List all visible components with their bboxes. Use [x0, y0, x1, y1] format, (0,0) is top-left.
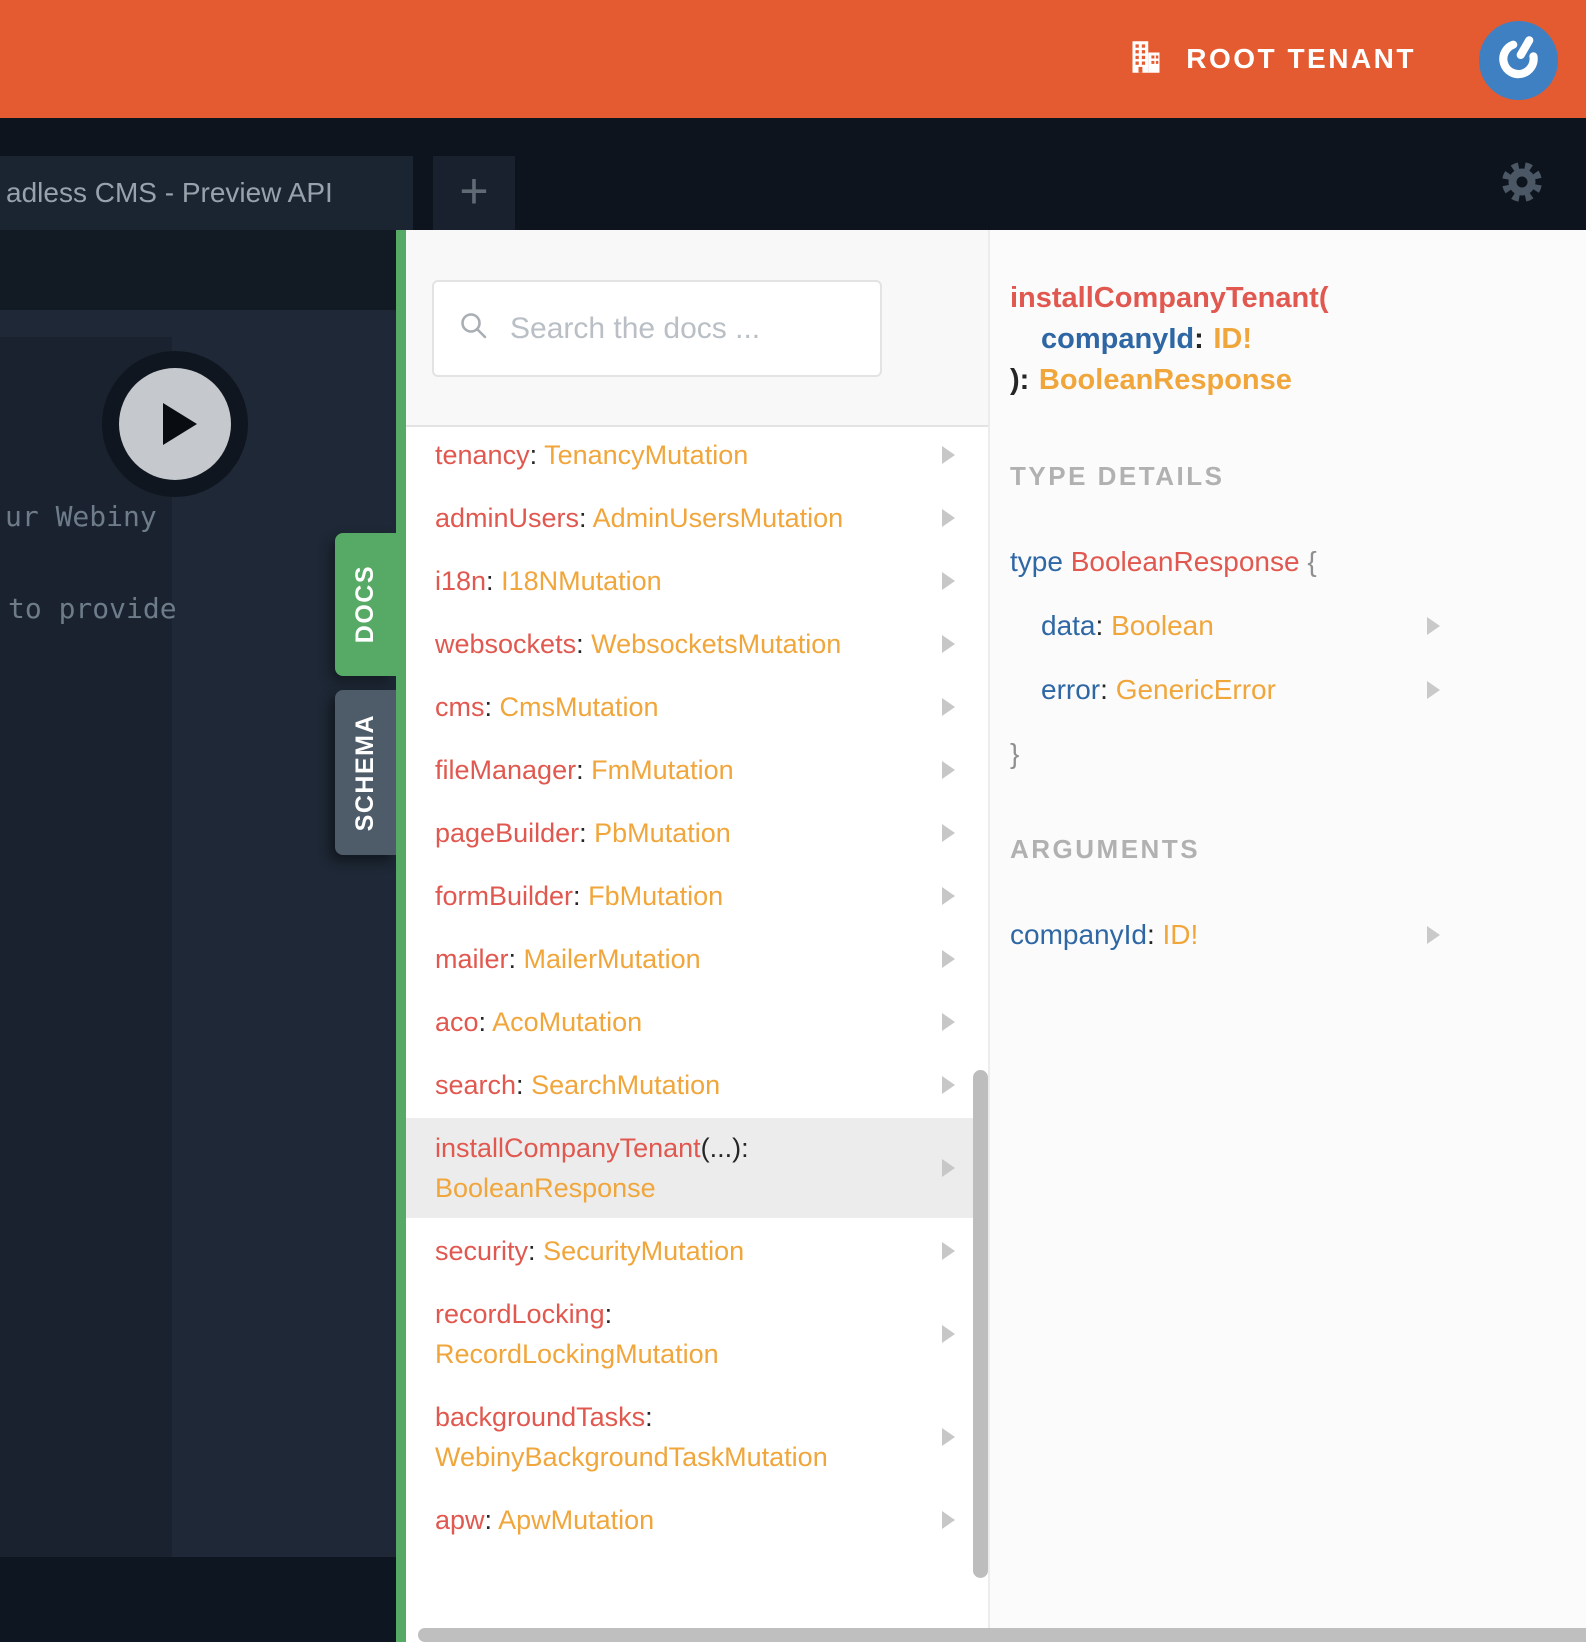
- expand-arrow-icon: [942, 1159, 955, 1177]
- tenant-selector[interactable]: ROOT TENANT: [1128, 0, 1416, 118]
- editor-background: ur Webiny to provide: [0, 310, 396, 1557]
- docs-search-section: [406, 230, 988, 427]
- plus-icon: +: [459, 163, 489, 219]
- expand-arrow-icon: [942, 887, 955, 905]
- expand-arrow-icon: [942, 1013, 955, 1031]
- signature-arg-name: companyId: [1041, 323, 1195, 355]
- expand-arrow-icon: [942, 761, 955, 779]
- doc-field-row[interactable]: adminUsers: AdminUsersMutation: [406, 498, 988, 538]
- type-keyword: type: [1010, 546, 1063, 577]
- type-field-row[interactable]: error: GenericError: [1010, 670, 1566, 710]
- type-details-header: TYPE DETAILS: [1010, 461, 1225, 491]
- type-close-brace: }: [1010, 738, 1020, 769]
- play-icon: [119, 368, 231, 480]
- doc-field-row[interactable]: formBuilder: FbMutation: [406, 876, 988, 916]
- settings-button[interactable]: [1498, 158, 1546, 206]
- type-name[interactable]: BooleanResponse: [1071, 546, 1300, 577]
- argument-row[interactable]: companyId: ID!: [1010, 915, 1566, 955]
- doc-field-row[interactable]: installCompanyTenant(...): BooleanRespons…: [406, 1118, 988, 1218]
- editor-top-band: [0, 230, 396, 310]
- expand-arrow-icon: [1427, 926, 1440, 944]
- code-editor-panel: ur Webiny to provide: [0, 337, 177, 1557]
- expand-arrow-icon: [942, 1325, 955, 1343]
- arguments-list: companyId: ID!: [1010, 915, 1586, 955]
- signature-arg-type[interactable]: ID!: [1213, 323, 1252, 355]
- docs-search-box[interactable]: [432, 280, 882, 377]
- expand-arrow-icon: [1427, 681, 1440, 699]
- expand-arrow-icon: [1427, 617, 1440, 635]
- expand-arrow-icon: [942, 698, 955, 716]
- graphql-playground-window: ROOT TENANT adless CMS - Preview API + u…: [0, 0, 1586, 1642]
- doc-field-row[interactable]: fileManager: FmMutation: [406, 750, 988, 790]
- doc-field-row[interactable]: aco: AcoMutation: [406, 1002, 988, 1042]
- expand-arrow-icon: [942, 572, 955, 590]
- expand-arrow-icon: [942, 509, 955, 527]
- doc-field-row[interactable]: pageBuilder: PbMutation: [406, 813, 988, 853]
- editor-text-line: ur Webiny: [5, 500, 157, 533]
- tab-title: adless CMS - Preview API: [6, 177, 333, 208]
- doc-field-row[interactable]: apw: ApwMutation: [406, 1500, 988, 1540]
- docs-tab-label: DOCS: [351, 565, 379, 644]
- tab-schema[interactable]: SCHEMA: [335, 690, 396, 855]
- expand-arrow-icon: [942, 635, 955, 653]
- top-bar: ROOT TENANT: [0, 0, 1586, 118]
- doc-field-row[interactable]: cms: CmsMutation: [406, 687, 988, 727]
- doc-field-row[interactable]: mailer: MailerMutation: [406, 939, 988, 979]
- expand-arrow-icon: [942, 1511, 955, 1529]
- type-field-row[interactable]: data: Boolean: [1010, 606, 1566, 646]
- field-detail-panel: installCompanyTenant( companyId: ID! ): Bo…: [990, 230, 1586, 1642]
- schema-tab-label: SCHEMA: [351, 713, 379, 832]
- field-signature: installCompanyTenant( companyId: ID! ): Bo…: [1010, 282, 1329, 396]
- doc-field-row[interactable]: search: SearchMutation: [406, 1065, 988, 1105]
- expand-arrow-icon: [942, 824, 955, 842]
- gear-icon: [1502, 162, 1542, 202]
- expand-arrow-icon: [942, 1428, 955, 1446]
- horizontal-scrollbar[interactable]: [418, 1628, 1586, 1642]
- arguments-header: ARGUMENTS: [1010, 834, 1201, 864]
- doc-field-row[interactable]: i18n: I18NMutation: [406, 561, 988, 601]
- query-editor-area: ur Webiny to provide: [0, 230, 396, 1642]
- docs-search-input[interactable]: [508, 310, 860, 347]
- search-icon: [458, 310, 490, 347]
- expand-arrow-icon: [942, 446, 955, 464]
- building-icon: [1128, 39, 1164, 80]
- doc-field-row[interactable]: recordLocking: RecordLockingMutation: [406, 1294, 988, 1374]
- tab-docs[interactable]: DOCS: [335, 533, 396, 676]
- new-tab-button[interactable]: +: [433, 156, 515, 230]
- video-play-button[interactable]: [102, 351, 248, 497]
- power-icon: [1491, 30, 1547, 91]
- expand-arrow-icon: [942, 1076, 955, 1094]
- workspace: ur Webiny to provide DOCS SCHEMA Search …: [0, 230, 1586, 1642]
- doc-field-row[interactable]: websockets: WebsocketsMutation: [406, 624, 988, 664]
- type-fields: data: Boolean error: GenericError: [1010, 606, 1586, 710]
- doc-field-row[interactable]: security: SecurityMutation: [406, 1231, 988, 1271]
- docs-vertical-scrollbar[interactable]: [973, 1070, 988, 1578]
- tab-bar: adless CMS - Preview API +: [0, 118, 1586, 230]
- tab-headless-cms-preview-api[interactable]: adless CMS - Preview API: [0, 156, 413, 230]
- docs-field-list: tenancy: TenancyMutation adminUsers: Admi…: [406, 427, 988, 1540]
- expand-arrow-icon: [942, 1242, 955, 1260]
- docs-explorer-panel: tenancy: TenancyMutation adminUsers: Admi…: [396, 230, 990, 1642]
- doc-field-row[interactable]: backgroundTasks: WebinyBackgroundTaskMuta…: [406, 1397, 988, 1477]
- user-avatar[interactable]: [1479, 21, 1558, 100]
- signature-field-name: installCompanyTenant(: [1010, 282, 1329, 314]
- tenant-label: ROOT TENANT: [1186, 43, 1416, 74]
- editor-text-line: to provide: [8, 592, 177, 625]
- doc-field-row[interactable]: tenancy: TenancyMutation: [406, 435, 988, 475]
- expand-arrow-icon: [942, 950, 955, 968]
- signature-return-type[interactable]: BooleanResponse: [1039, 364, 1292, 396]
- type-definition-line: type BooleanResponse {: [1010, 546, 1317, 577]
